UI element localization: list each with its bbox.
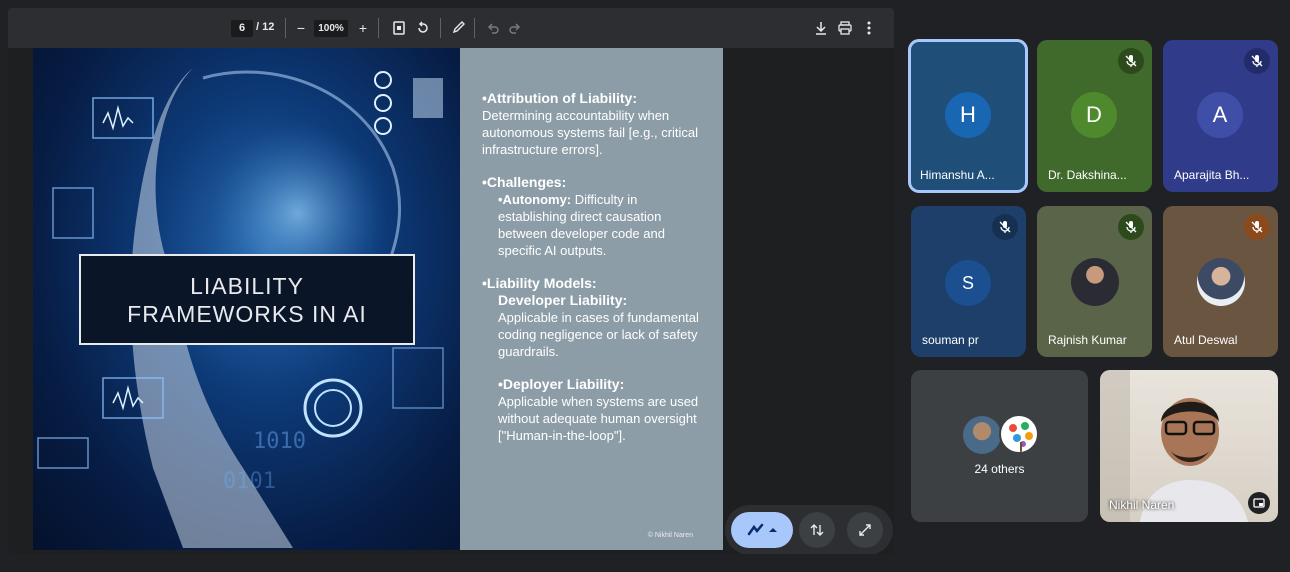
mic-off-icon [1118,48,1144,74]
more-options-icon[interactable] [858,17,880,39]
zoom-out-button[interactable]: − [290,17,312,39]
participant-tile-aparajita[interactable]: A Aparajita Bh... [1163,40,1278,192]
toolbar-divider [285,18,286,38]
avatar: H [945,92,991,138]
autonomy-item: •Autonomy: Difficulty in establishing di… [482,191,707,259]
participant-name: Rajnish Kumar [1048,333,1127,347]
toolbar-divider [440,18,441,38]
zoom-input[interactable]: 100% [314,20,348,37]
models-heading: •Liability Models: [482,275,597,291]
avatar: A [1197,92,1243,138]
mic-off-icon [1118,214,1144,240]
rotate-icon[interactable] [412,17,434,39]
participant-name: Aparajita Bh... [1174,168,1250,182]
swap-icon[interactable] [799,512,835,548]
svg-text:0101: 0101 [223,469,276,494]
avatar: S [945,260,991,306]
fullscreen-icon[interactable] [847,512,883,548]
participant-photo [1071,258,1119,306]
developer-heading: Developer Liability: [498,292,628,308]
download-icon[interactable] [810,17,832,39]
presenter-controls [725,505,893,554]
others-avatar [963,416,1001,454]
print-icon[interactable] [834,17,856,39]
participant-tile-himanshu[interactable]: H Himanshu A... [908,39,1028,193]
slide-copyright: © Nikhil Naren [647,532,693,539]
participant-name: Nikhil Naren [1109,498,1175,512]
developer-text: Applicable in cases of fundamental codin… [498,310,699,359]
slide: 1010 0101 LIABILITY FRAMEWORKS IN AI •At… [33,48,723,550]
participant-photo [1197,258,1245,306]
fit-page-icon[interactable] [388,17,410,39]
annotation-menu-button[interactable] [731,512,793,548]
toolbar-divider [378,18,379,38]
pdf-toolbar: 6 / 12 − 100% + [8,8,894,48]
participant-tile-atul[interactable]: Atul Deswal [1163,206,1278,357]
attribution-heading: •Attribution of Liability: [482,90,637,106]
participant-tile-rajnish[interactable]: Rajnish Kumar [1037,206,1152,357]
toolbar-divider [474,18,475,38]
svg-text:1010: 1010 [253,429,306,454]
meeting-stage: 6 / 12 − 100% + 1010 0101 LIABILITY FRAM… [0,0,1290,572]
attribution-text: Determining accountability when autonomo… [482,108,699,157]
page-total: / 12 [256,21,275,33]
mic-off-icon [992,214,1018,240]
others-tile[interactable]: 24 others [911,370,1088,522]
participant-tile-souman[interactable]: S souman pr [911,206,1026,357]
avatar: D [1071,92,1117,138]
participant-name: Himanshu A... [920,168,995,182]
deployer-text: Applicable when systems are used without… [498,394,699,443]
others-count: 24 others [974,462,1025,476]
autonomy-heading: •Autonomy: [498,192,572,207]
undo-icon[interactable] [482,17,504,39]
mic-off-icon [1244,48,1270,74]
slide-title-box: LIABILITY FRAMEWORKS IN AI [79,254,415,345]
participant-name: Dr. Dakshina... [1048,168,1127,182]
slide-title-line1: LIABILITY [190,272,304,299]
self-video-tile[interactable]: Nikhil Naren [1100,370,1278,522]
picture-in-picture-icon[interactable] [1248,492,1270,514]
participant-name: Atul Deswal [1174,333,1238,347]
deployer-heading: •Deployer Liability: [498,376,625,392]
participant-name: souman pr [922,333,979,347]
redo-icon[interactable] [504,17,526,39]
others-avatar [999,414,1039,454]
slide-title-line2: FRAMEWORKS IN AI [127,300,367,327]
mic-off-icon [1244,214,1270,240]
page-number-input[interactable]: 6 [231,20,253,37]
zoom-in-button[interactable]: + [352,17,374,39]
presentation-pane: 6 / 12 − 100% + 1010 0101 LIABILITY FRAM… [8,8,894,554]
challenges-heading: •Challenges: [482,174,567,190]
ai-head-illustration: 1010 0101 LIABILITY FRAMEWORKS IN AI [33,48,460,550]
annotate-icon[interactable] [448,17,470,39]
participant-tile-dakshina[interactable]: D Dr. Dakshina... [1037,40,1152,192]
slide-body: •Attribution of Liability: Determining a… [460,48,723,550]
